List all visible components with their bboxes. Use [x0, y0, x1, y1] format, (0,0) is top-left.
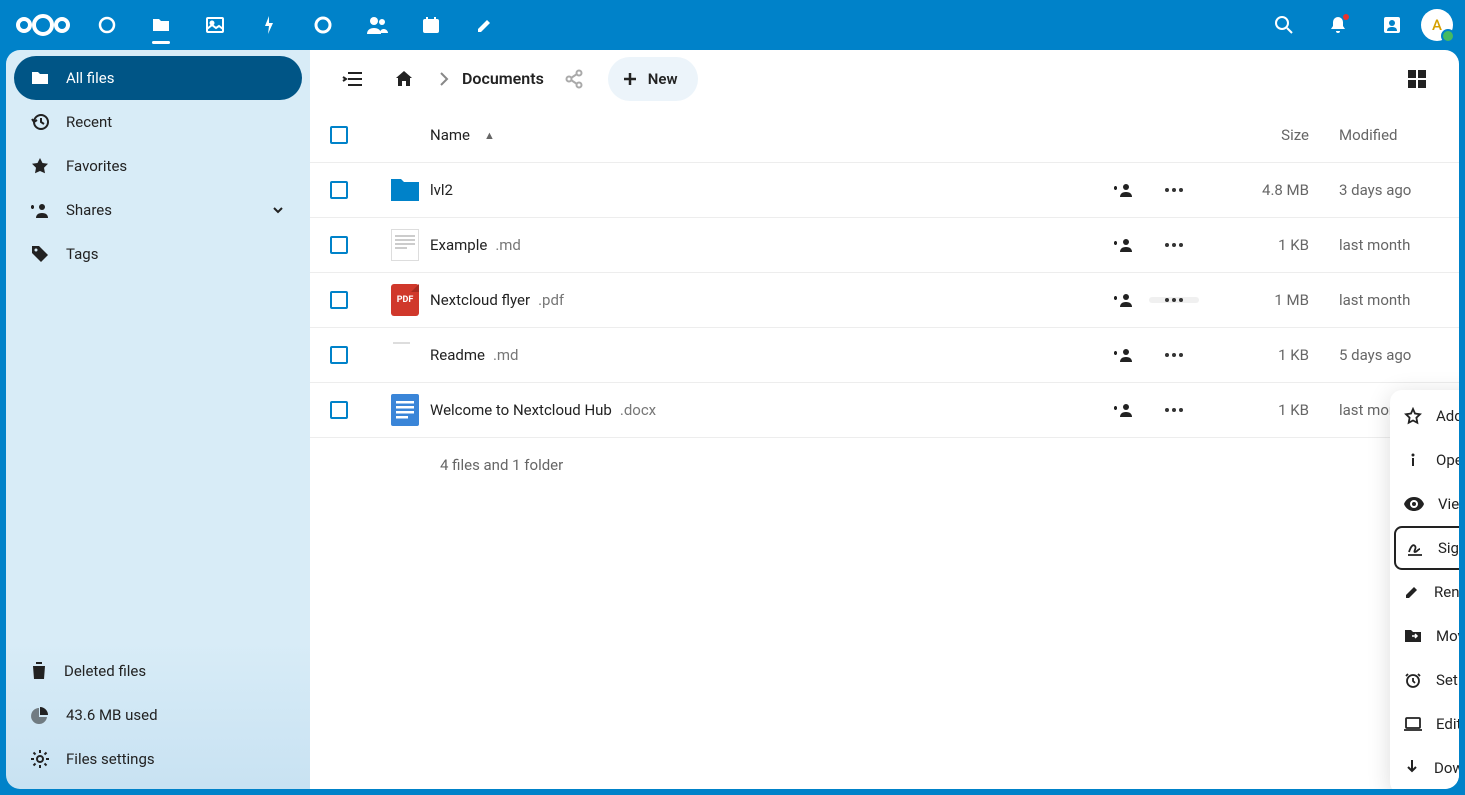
table-row[interactable]: PDF Nextcloud flyer.pdf 1 MB last month	[310, 273, 1459, 328]
sort-asc-icon: ▲	[484, 129, 495, 142]
home-icon[interactable]	[382, 57, 426, 101]
nav-contacts[interactable]	[352, 0, 402, 50]
content-area: Documents New Name▲ Size Modified lvl2 4…	[310, 50, 1459, 789]
sidebar-foot-label: Deleted files	[64, 662, 146, 680]
nav-activity[interactable]	[244, 0, 294, 50]
nav-calendar[interactable]	[406, 0, 456, 50]
new-button[interactable]: New	[608, 57, 698, 101]
more-actions-button[interactable]	[1149, 187, 1199, 193]
file-type-icon	[380, 394, 430, 426]
table-row[interactable]: Welcome to Nextcloud Hub.docx 1 KB last …	[310, 383, 1459, 438]
nav-circle2[interactable]	[298, 0, 348, 50]
table-header: Name▲ Size Modified	[310, 108, 1459, 163]
file-name[interactable]: Welcome to Nextcloud Hub.docx	[430, 401, 1099, 419]
new-button-label: New	[648, 70, 678, 88]
share-button[interactable]	[1099, 347, 1149, 363]
file-name[interactable]: Nextcloud flyer.pdf	[430, 291, 1099, 309]
file-name[interactable]: Example.md	[430, 236, 1099, 254]
ctx-open-details[interactable]: Open details	[1390, 438, 1459, 482]
file-modified: last month	[1309, 291, 1439, 309]
file-name[interactable]: Readme.md	[430, 346, 1099, 364]
table-row[interactable]: Example.md 1 KB last month	[310, 218, 1459, 273]
share-button[interactable]	[1099, 402, 1149, 418]
file-size: 1 KB	[1199, 236, 1309, 254]
file-size: 1 KB	[1199, 346, 1309, 364]
ctx-view[interactable]: View	[1390, 482, 1459, 526]
share-button[interactable]	[1099, 292, 1149, 308]
ctx-set-reminder[interactable]: Set reminder	[1390, 658, 1459, 702]
ctx-rename[interactable]: Rename	[1390, 570, 1459, 614]
search-icon[interactable]	[1259, 0, 1309, 50]
more-actions-button[interactable]	[1149, 242, 1199, 248]
column-header-size[interactable]: Size	[1199, 126, 1309, 144]
sidebar-storage[interactable]: 43.6 MB used	[14, 693, 302, 737]
nav-edit[interactable]	[460, 0, 510, 50]
column-header-modified[interactable]: Modified	[1309, 126, 1439, 144]
ctx-edit-locally[interactable]: Edit locally	[1390, 702, 1459, 746]
avatar[interactable]: A	[1421, 9, 1453, 41]
sidebar-deleted-files[interactable]: Deleted files	[14, 649, 302, 693]
row-checkbox[interactable]	[330, 291, 348, 309]
row-checkbox[interactable]	[330, 181, 348, 199]
sidebar-item-tags[interactable]: Tags	[14, 232, 302, 276]
ctx-move-or-copy[interactable]: Move or copy	[1390, 614, 1459, 658]
file-modified: 3 days ago	[1309, 181, 1439, 199]
view-toggle[interactable]	[1395, 57, 1439, 101]
sidebar-item-favorites[interactable]: Favorites	[14, 144, 302, 188]
file-type-icon: PDF	[380, 284, 430, 316]
file-size: 1 KB	[1199, 401, 1309, 419]
sidebar: All files Recent Favorites Shares Tags D…	[6, 50, 310, 789]
avatar-letter: A	[1432, 16, 1442, 34]
nav-dashboard[interactable]	[82, 0, 132, 50]
sidebar-foot-label: Files settings	[66, 750, 155, 768]
contacts-menu-icon[interactable]	[1367, 0, 1417, 50]
sidebar-item-label: Recent	[66, 113, 112, 131]
share-button[interactable]	[1099, 237, 1149, 253]
notifications-icon[interactable]	[1313, 0, 1363, 50]
file-modified: 5 days ago	[1309, 346, 1439, 364]
table-row[interactable]: Readme.md 1 KB 5 days ago	[310, 328, 1459, 383]
file-type-icon	[380, 339, 430, 371]
nav-photos[interactable]	[190, 0, 240, 50]
file-size: 4.8 MB	[1199, 181, 1309, 199]
breadcrumb-current[interactable]: Documents	[462, 69, 544, 88]
row-checkbox[interactable]	[330, 346, 348, 364]
sidebar-item-recent[interactable]: Recent	[14, 100, 302, 144]
more-actions-button[interactable]	[1149, 297, 1199, 303]
sidebar-item-label: Shares	[66, 201, 112, 219]
sidebar-item-label: Tags	[66, 245, 98, 263]
file-size: 1 MB	[1199, 291, 1309, 309]
file-modified: last month	[1309, 236, 1439, 254]
sidebar-item-shares[interactable]: Shares	[14, 188, 302, 232]
ctx-download[interactable]: Download	[1390, 746, 1459, 789]
row-checkbox[interactable]	[330, 401, 348, 419]
more-actions-button[interactable]	[1149, 352, 1199, 358]
nextcloud-logo[interactable]	[12, 9, 74, 41]
file-name[interactable]: lvl2	[430, 181, 1099, 199]
ctx-signing[interactable]: Signing	[1394, 526, 1459, 570]
breadcrumb-separator	[434, 57, 454, 101]
context-menu: Add to favorites Open details View Signi…	[1390, 390, 1459, 789]
select-all-checkbox[interactable]	[330, 126, 348, 144]
file-type-icon	[380, 229, 430, 261]
ctx-add-to-favorites[interactable]: Add to favorites	[1390, 394, 1459, 438]
sidebar-files-settings[interactable]: Files settings	[14, 737, 302, 781]
sidebar-item-all-files[interactable]: All files	[14, 56, 302, 100]
column-header-name[interactable]: Name▲	[430, 126, 1099, 144]
nav-files[interactable]	[136, 0, 186, 50]
toggle-sidebar-icon[interactable]	[330, 57, 374, 101]
sidebar-item-label: All files	[66, 69, 114, 87]
sidebar-item-label: Favorites	[66, 157, 127, 175]
row-checkbox[interactable]	[330, 236, 348, 254]
share-icon[interactable]	[552, 57, 596, 101]
share-button[interactable]	[1099, 182, 1149, 198]
file-type-icon	[380, 176, 430, 204]
sidebar-foot-label: 43.6 MB used	[66, 706, 158, 724]
more-actions-button[interactable]	[1149, 407, 1199, 413]
table-row[interactable]: lvl2 4.8 MB 3 days ago	[310, 163, 1459, 218]
summary-text: 4 files and 1 folder	[440, 456, 1459, 474]
